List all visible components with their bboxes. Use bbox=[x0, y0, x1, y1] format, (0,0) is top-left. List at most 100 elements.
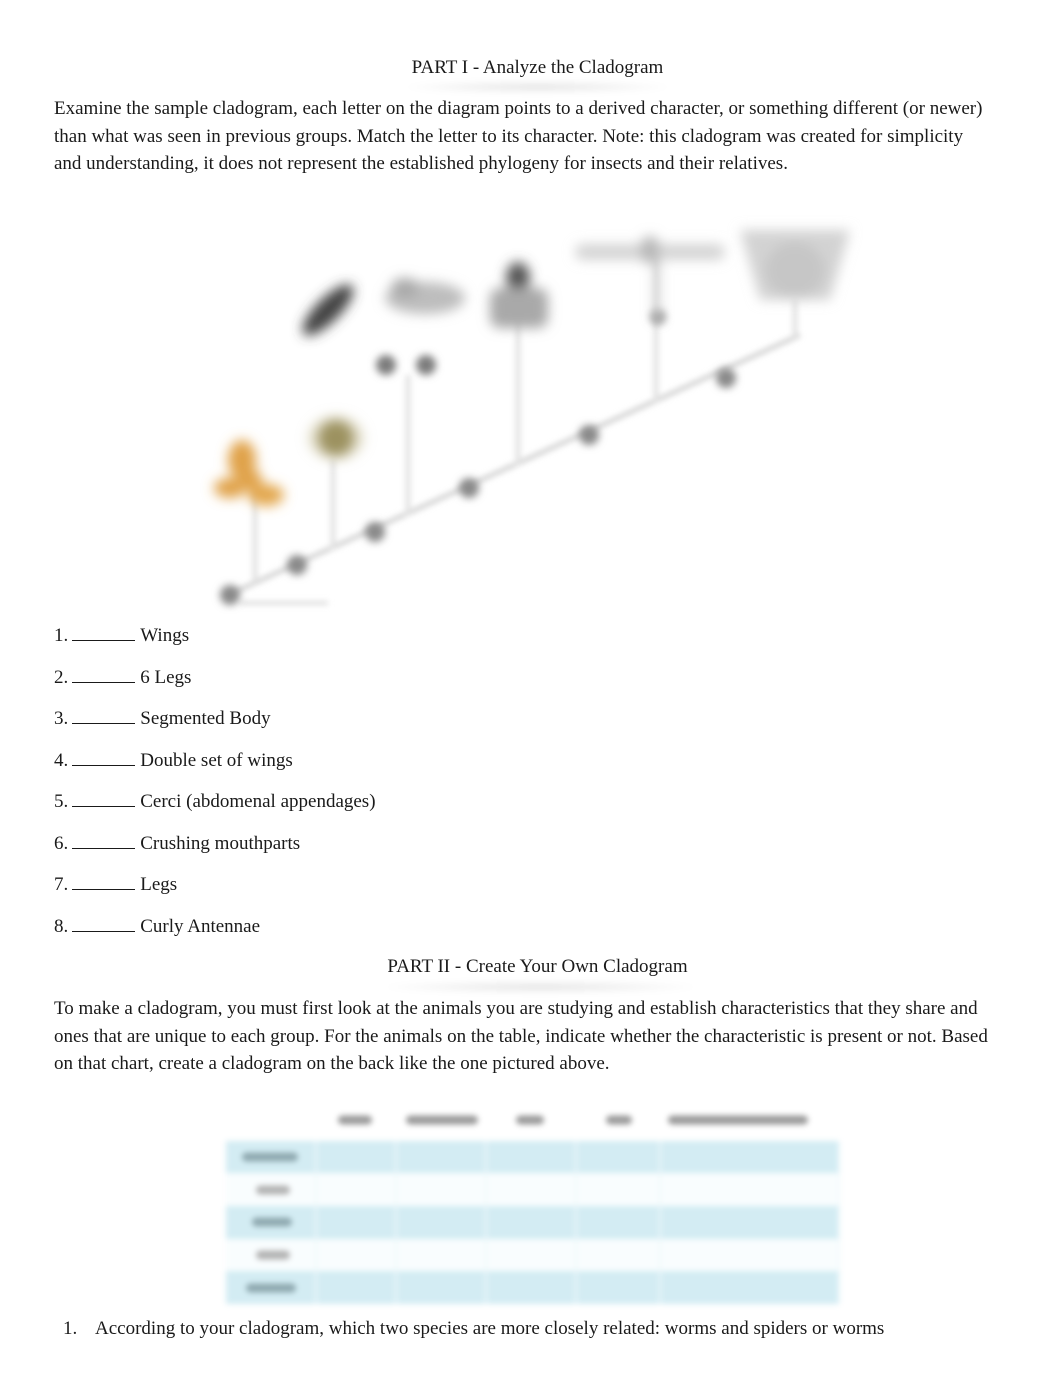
table-cell[interactable] bbox=[396, 1238, 487, 1272]
table-row-label bbox=[226, 1206, 317, 1239]
heading-shadow bbox=[400, 80, 675, 94]
table-cell[interactable] bbox=[486, 1238, 577, 1272]
node-letter bbox=[287, 555, 307, 575]
table-row-label bbox=[226, 1271, 317, 1304]
table-row bbox=[226, 1206, 840, 1239]
table-cell[interactable] bbox=[316, 1271, 397, 1304]
table-header-cell bbox=[576, 1100, 660, 1141]
answer-blank[interactable] bbox=[72, 788, 136, 807]
table-row-label bbox=[226, 1140, 317, 1174]
part1-intro: Examine the sample cladogram, each lette… bbox=[54, 98, 983, 174]
matching-item: 1. Wings bbox=[54, 622, 376, 664]
item-number: 2. bbox=[54, 666, 69, 688]
matching-item: 6. Crushing mouthparts bbox=[54, 830, 376, 872]
table-cell[interactable] bbox=[316, 1140, 397, 1174]
table-cell[interactable] bbox=[576, 1140, 661, 1174]
table-cell[interactable] bbox=[660, 1271, 840, 1304]
table-cell[interactable] bbox=[660, 1173, 840, 1207]
table-cell[interactable] bbox=[576, 1206, 661, 1239]
matching-item: 7. Legs bbox=[54, 871, 376, 913]
answer-blank[interactable] bbox=[72, 705, 136, 724]
item-number: 1. bbox=[54, 625, 69, 646]
table-row bbox=[226, 1173, 840, 1207]
matching-item: 8. Curly Antennae bbox=[54, 913, 376, 955]
table-cell[interactable] bbox=[660, 1140, 840, 1174]
item-number: 7. bbox=[54, 874, 69, 895]
part2-intro: To make a cladogram, you must first look… bbox=[54, 998, 988, 1074]
table-cell[interactable] bbox=[576, 1271, 661, 1304]
item-number: 6. bbox=[54, 832, 69, 854]
answer-blank[interactable] bbox=[72, 664, 136, 683]
item-label: 6 Legs bbox=[140, 666, 192, 688]
table-row-label bbox=[226, 1238, 317, 1272]
table-cell[interactable] bbox=[396, 1271, 487, 1304]
table-cell[interactable] bbox=[486, 1173, 577, 1207]
node-letter bbox=[376, 355, 396, 375]
table-cell[interactable] bbox=[576, 1173, 661, 1207]
main-axis bbox=[226, 332, 802, 598]
table-cell[interactable] bbox=[396, 1140, 487, 1174]
node-letter bbox=[220, 585, 240, 605]
table-cell[interactable] bbox=[660, 1238, 840, 1272]
organism-silhouettes bbox=[214, 230, 850, 506]
table-header-cell bbox=[486, 1100, 576, 1141]
heading-shadow bbox=[378, 980, 703, 994]
dragonfly-icon bbox=[575, 236, 725, 320]
table-cell[interactable] bbox=[316, 1206, 397, 1239]
answer-blank[interactable] bbox=[72, 622, 136, 641]
answer-blank[interactable] bbox=[72, 913, 136, 932]
tick-icon bbox=[308, 416, 364, 460]
item-label: Cerci (abdomenal appendages) bbox=[140, 791, 376, 812]
question-item: 1. According to your cladogram, which two… bbox=[63, 1317, 884, 1341]
table-header-row bbox=[226, 1100, 839, 1141]
item-number: 3. bbox=[54, 708, 69, 729]
table-row bbox=[226, 1238, 840, 1272]
item-number: 4. bbox=[54, 749, 69, 771]
cladogram-nodes bbox=[220, 309, 736, 605]
matching-item: 5. Cerci (abdomenal appendages) bbox=[54, 788, 376, 830]
question-text: According to your cladogram, which two s… bbox=[95, 1318, 885, 1339]
characteristics-table-grid bbox=[226, 1100, 840, 1304]
matching-list: 1. Wings 2. 6 Legs 3. Segmented Body 4. Doub… bbox=[54, 622, 376, 954]
cladogram-svg bbox=[214, 230, 850, 605]
table-cell[interactable] bbox=[576, 1238, 661, 1272]
item-label: Curly Antennae bbox=[140, 915, 261, 937]
node-letter bbox=[459, 478, 479, 498]
table-cell[interactable] bbox=[486, 1271, 577, 1304]
table-row bbox=[226, 1140, 840, 1174]
table-cell[interactable] bbox=[316, 1173, 397, 1207]
table-cell[interactable] bbox=[486, 1140, 577, 1174]
table-header-cell bbox=[660, 1100, 839, 1141]
answer-blank[interactable] bbox=[72, 747, 136, 766]
table-cell[interactable] bbox=[486, 1206, 577, 1239]
table-row-label bbox=[226, 1173, 317, 1207]
matching-item: 3. Segmented Body bbox=[54, 705, 376, 747]
node-letter bbox=[365, 522, 385, 542]
table-cell[interactable] bbox=[316, 1238, 397, 1272]
characteristics-table bbox=[226, 1100, 840, 1304]
question-number: 1. bbox=[63, 1318, 78, 1339]
answer-blank[interactable] bbox=[72, 871, 136, 890]
item-label: Legs bbox=[140, 874, 178, 895]
item-label: Wings bbox=[140, 625, 190, 646]
table-header-cell bbox=[316, 1100, 396, 1141]
item-label: Double set of wings bbox=[140, 749, 293, 771]
table-cell[interactable] bbox=[396, 1206, 487, 1239]
cladogram-figure bbox=[200, 210, 880, 620]
cricket-icon bbox=[385, 278, 465, 314]
table-cell[interactable] bbox=[660, 1206, 840, 1239]
item-number: 5. bbox=[54, 791, 69, 812]
node-letter bbox=[416, 355, 436, 375]
matching-item: 2. 6 Legs bbox=[54, 664, 376, 706]
answer-blank[interactable] bbox=[72, 830, 136, 849]
node-letter bbox=[579, 425, 599, 445]
part2-heading: PART II - Create Your Own Cladogram bbox=[387, 956, 688, 977]
part1-heading: PART I - Analyze the Cladogram bbox=[411, 57, 664, 78]
butterfly-icon bbox=[740, 230, 850, 300]
node-letter bbox=[716, 368, 736, 388]
table-header-cell bbox=[396, 1100, 486, 1141]
wasp-icon bbox=[490, 262, 548, 328]
beetle-icon bbox=[302, 284, 354, 336]
table-cell[interactable] bbox=[396, 1173, 487, 1207]
matching-item: 4. Double set of wings bbox=[54, 747, 376, 789]
